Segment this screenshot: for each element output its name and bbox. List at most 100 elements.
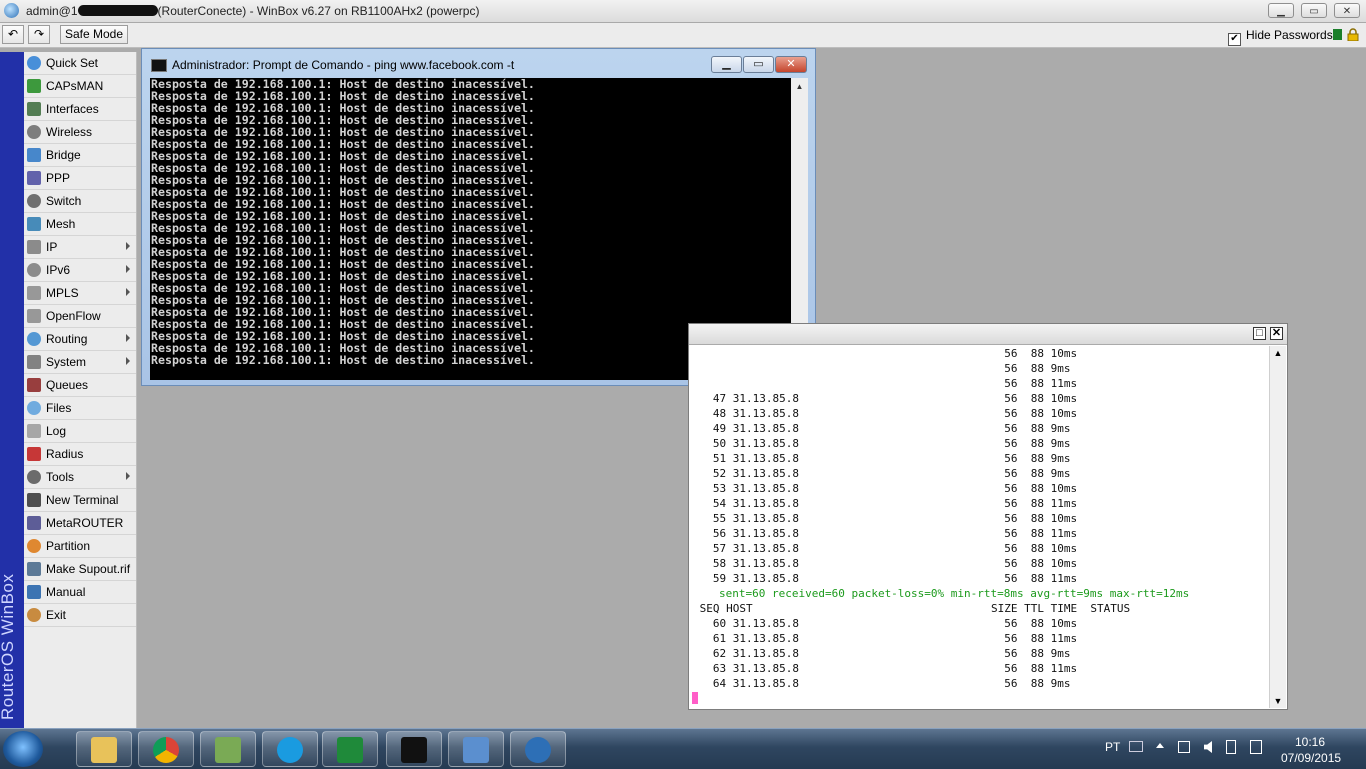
brand-stripe: RouterOS WinBox xyxy=(0,52,24,728)
ping-terminal-titlebar: □ ✕ xyxy=(689,324,1287,345)
menu-item-metarouter[interactable]: MetaROUTER xyxy=(24,512,136,535)
menu-item-mpls[interactable]: MPLS xyxy=(24,282,136,305)
log-icon xyxy=(27,424,41,438)
ping-row: 50 31.13.85.8 56 88 9ms xyxy=(693,437,1071,450)
safe-mode-button[interactable]: Safe Mode xyxy=(60,25,128,44)
metarouter-icon xyxy=(27,516,41,530)
menu-item-files[interactable]: Files xyxy=(24,397,136,420)
ping-row: 61 31.13.85.8 56 88 11ms xyxy=(693,632,1078,645)
menu-item-label: Mesh xyxy=(46,217,76,231)
checkbox-checked-icon[interactable]: ✔ xyxy=(1228,33,1241,46)
volume-icon[interactable] xyxy=(1204,741,1212,753)
taskbar-button-winbox[interactable] xyxy=(510,731,566,767)
action-center-icon[interactable] xyxy=(1250,740,1262,754)
menu-item-routing[interactable]: Routing xyxy=(24,328,136,351)
menu-item-manual[interactable]: Manual xyxy=(24,581,136,604)
menu-item-label: Routing xyxy=(46,332,88,346)
close-button[interactable]: ✕ xyxy=(1334,3,1360,18)
ip-icon xyxy=(27,240,41,254)
ping-row: 63 31.13.85.8 56 88 11ms xyxy=(693,662,1078,675)
cmd-output: Resposta de 192.168.100.1: Host de desti… xyxy=(151,78,535,366)
menu-item-switch[interactable]: Switch xyxy=(24,190,136,213)
language-indicator[interactable]: PT xyxy=(1105,740,1120,754)
clock-time[interactable]: 10:16 xyxy=(1295,735,1325,749)
menu-item-label: MetaROUTER xyxy=(46,516,124,530)
menu-item-capsman[interactable]: CAPsMAN xyxy=(24,75,136,98)
ping-row: 58 31.13.85.8 56 88 10ms xyxy=(693,557,1078,570)
ping-row: 56 88 11ms xyxy=(693,377,1078,390)
submenu-arrow-icon xyxy=(126,472,130,480)
menu-item-label: CAPsMAN xyxy=(46,79,104,93)
menu-item-interfaces[interactable]: Interfaces xyxy=(24,98,136,121)
winbox-icon xyxy=(525,737,551,763)
maximize-button[interactable]: ▭ xyxy=(1301,3,1327,18)
cmd-minimize-button[interactable]: ▁ xyxy=(711,56,742,73)
minimize-button[interactable]: ▁ xyxy=(1268,3,1294,18)
keyboard-icon[interactable] xyxy=(1129,741,1143,752)
menu-item-exit[interactable]: Exit xyxy=(24,604,136,627)
taskbar-button-control-panel[interactable] xyxy=(448,731,504,767)
menu-item-ppp[interactable]: PPP xyxy=(24,167,136,190)
menu-item-openflow[interactable]: OpenFlow xyxy=(24,305,136,328)
submenu-arrow-icon xyxy=(126,288,130,296)
ping-row: 56 88 9ms xyxy=(693,362,1071,375)
menu-item-partition[interactable]: Partition xyxy=(24,535,136,558)
mesh-icon xyxy=(27,217,41,231)
menu-item-quick-set[interactable]: Quick Set xyxy=(24,52,136,75)
menu-item-mesh[interactable]: Mesh xyxy=(24,213,136,236)
show-hidden-icons-icon[interactable] xyxy=(1156,743,1164,748)
ping-header: SEQ HOST SIZE TTL TIME STATUS xyxy=(693,602,1131,615)
redo-button[interactable]: ↷ xyxy=(28,25,50,44)
terminal-maximize-button[interactable]: □ xyxy=(1253,327,1266,340)
ping-summary: sent=60 received=60 packet-loss=0% min-r… xyxy=(719,587,1190,600)
mpls-icon xyxy=(27,286,41,300)
ping-row: 52 31.13.85.8 56 88 9ms xyxy=(693,467,1071,480)
menu-item-ipv6[interactable]: IPv6 xyxy=(24,259,136,282)
submenu-arrow-icon xyxy=(126,265,130,273)
menu-item-tools[interactable]: Tools xyxy=(24,466,136,489)
menu-item-wireless[interactable]: Wireless xyxy=(24,121,136,144)
hide-passwords-label: Hide Passwords xyxy=(1246,28,1333,42)
menu-item-radius[interactable]: Radius xyxy=(24,443,136,466)
taskbar-button-chrome[interactable] xyxy=(138,731,194,767)
usb-device-icon[interactable] xyxy=(1226,740,1236,754)
cmd-maximize-button[interactable]: ▭ xyxy=(743,56,774,73)
menu-item-label: Switch xyxy=(46,194,82,208)
clock-date[interactable]: 07/09/2015 xyxy=(1281,751,1341,765)
hide-passwords-checkbox[interactable]: ✔ Hide Passwords xyxy=(1228,28,1333,46)
menu-item-bridge[interactable]: Bridge xyxy=(24,144,136,167)
menu-item-make-supout-rif[interactable]: Make Supout.rif xyxy=(24,558,136,581)
taskbar-button-excel[interactable] xyxy=(322,731,378,767)
menu-item-label: Make Supout.rif xyxy=(46,562,131,576)
capsman-icon xyxy=(27,79,41,93)
main-menu: Quick Set CAPsMAN Interfaces Wireless Bridge… xyxy=(24,52,137,728)
menu-item-new-terminal[interactable]: New Terminal xyxy=(24,489,136,512)
files-icon xyxy=(27,401,41,415)
partition-icon xyxy=(27,539,41,553)
menu-item-ip[interactable]: IP xyxy=(24,236,136,259)
network-icon[interactable] xyxy=(1178,741,1190,753)
scroll-up-icon[interactable]: ▲ xyxy=(791,78,808,95)
undo-button[interactable]: ↶ xyxy=(2,25,24,44)
menu-item-system[interactable]: System xyxy=(24,351,136,374)
taskbar-button-cmd[interactable] xyxy=(386,731,442,767)
menu-item-log[interactable]: Log xyxy=(24,420,136,443)
cmd-window-title: Administrador: Prompt de Comando - ping … xyxy=(172,58,515,72)
terminal-scrollbar[interactable]: ▲ ▼ xyxy=(1269,346,1286,708)
ping-row: 54 31.13.85.8 56 88 11ms xyxy=(693,497,1078,510)
taskbar-button-paint[interactable] xyxy=(200,731,256,767)
queues-icon xyxy=(27,378,41,392)
taskbar-button-skype[interactable] xyxy=(262,731,318,767)
ping-row: 62 31.13.85.8 56 88 9ms xyxy=(693,647,1071,660)
ping-output[interactable]: 56 88 10ms 56 88 9ms 56 88 11ms 47 31.13… xyxy=(693,346,1267,706)
menu-item-label: Files xyxy=(46,401,72,415)
menu-item-queues[interactable]: Queues xyxy=(24,374,136,397)
cmd-close-button[interactable]: ✕ xyxy=(775,56,807,73)
switch-icon xyxy=(27,194,41,208)
terminal-close-button[interactable]: ✕ xyxy=(1270,327,1283,340)
taskbar-button-explorer[interactable] xyxy=(76,731,132,767)
scroll-up-icon[interactable]: ▲ xyxy=(1270,346,1286,360)
menu-item-label: System xyxy=(46,355,87,369)
start-button[interactable] xyxy=(3,731,43,767)
scroll-down-icon[interactable]: ▼ xyxy=(1270,694,1286,708)
